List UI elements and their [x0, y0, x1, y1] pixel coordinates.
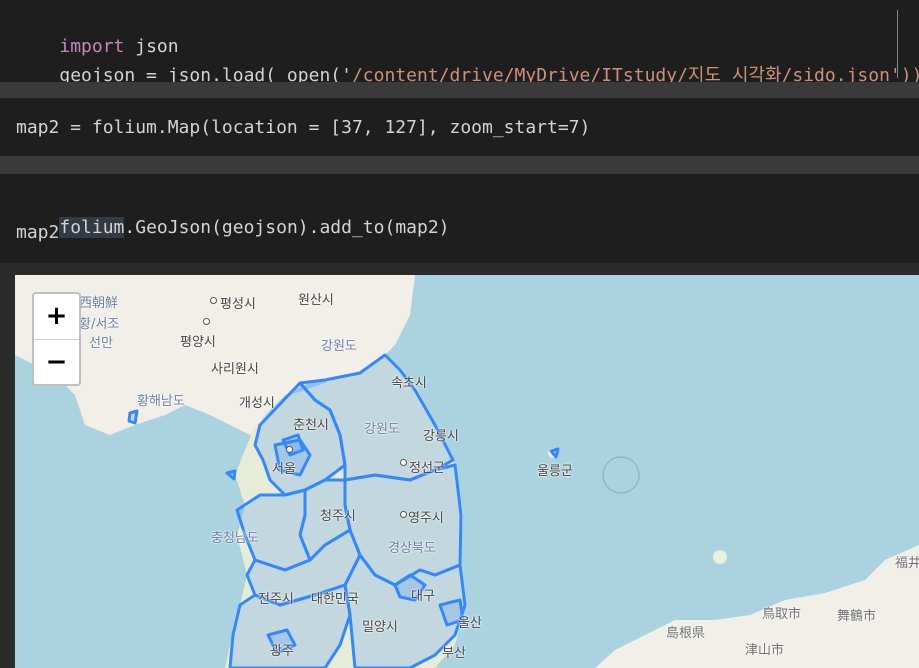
cell-output: 평성시 원산시 西朝鮮 황/서조 선만 평양시 강원도 사리원시 속초시 황해남… [0, 263, 919, 668]
place-label: 대한민국 [311, 592, 359, 607]
place-label: 서울 [272, 462, 296, 477]
place-label: 福井 [895, 556, 919, 571]
place-label: 강원도 [364, 422, 400, 437]
place-label: 청주시 [320, 509, 356, 524]
code-cell-2[interactable]: map2 = folium.Map(location = [37, 127], … [0, 98, 919, 156]
place-label: 부산 [442, 646, 466, 661]
place-label: 밀양시 [362, 620, 398, 635]
place-label: 영주시 [408, 511, 444, 526]
place-label: 정선군 [409, 461, 445, 476]
place-label: 원산시 [298, 293, 334, 308]
place-label: 경상북도 [388, 541, 436, 556]
code-cell-1[interactable]: import json geojson = json.load( open('/… [0, 0, 919, 86]
place-label: 황해남도 [137, 394, 185, 409]
place-label: 속초시 [391, 376, 427, 391]
cell-separator [0, 156, 919, 174]
place-label: 島根県 [666, 626, 706, 641]
cell-separator [0, 82, 919, 98]
zoom-control: + − [32, 292, 81, 386]
city-marker [210, 297, 217, 304]
place-label: 울릉군 [537, 464, 573, 479]
place-label: 춘천시 [293, 418, 329, 433]
sea-contour [602, 456, 640, 494]
text-cursor [897, 10, 898, 78]
place-label: 津山市 [745, 643, 785, 658]
highlighted-token: folium [59, 217, 125, 238]
city-marker [286, 446, 293, 453]
city-marker [400, 459, 407, 466]
place-label: 강원도 [321, 339, 357, 354]
region-island-west [127, 409, 139, 425]
place-label: 강릉시 [423, 429, 459, 444]
place-label: 평양시 [180, 335, 216, 350]
code-line: map2 = folium.Map(location = [37, 127], … [16, 117, 591, 138]
place-label: 광주 [270, 644, 294, 659]
place-label: 舞鶴市 [837, 609, 877, 624]
place-label: 울산 [458, 616, 482, 631]
place-label: 개성시 [239, 396, 275, 411]
place-label: 사리원시 [211, 362, 259, 377]
place-label: 평성시 [220, 297, 256, 312]
place-label: 전주시 [258, 592, 294, 607]
city-marker [203, 318, 210, 325]
place-label: 충청남도 [211, 531, 259, 546]
place-label: 西朝鮮 [79, 296, 119, 311]
city-marker [400, 511, 407, 518]
island [713, 550, 727, 564]
code-cell-3[interactable]: folium.GeoJson(geojson).add_to(map2) map… [0, 174, 919, 263]
code-text: .GeoJson(geojson).add_to(map2) [124, 217, 450, 238]
code-line: map2 [16, 222, 60, 243]
place-label: 선만 [89, 336, 113, 351]
zoom-out-button[interactable]: − [34, 340, 79, 385]
place-label: 대구 [411, 589, 435, 604]
zoom-in-button[interactable]: + [34, 294, 79, 340]
region-island-incheon [225, 469, 237, 481]
place-label: 鳥取市 [762, 607, 802, 622]
place-label: 황/서조 [79, 317, 120, 332]
folium-map[interactable]: 평성시 원산시 西朝鮮 황/서조 선만 평양시 강원도 사리원시 속초시 황해남… [15, 275, 919, 668]
